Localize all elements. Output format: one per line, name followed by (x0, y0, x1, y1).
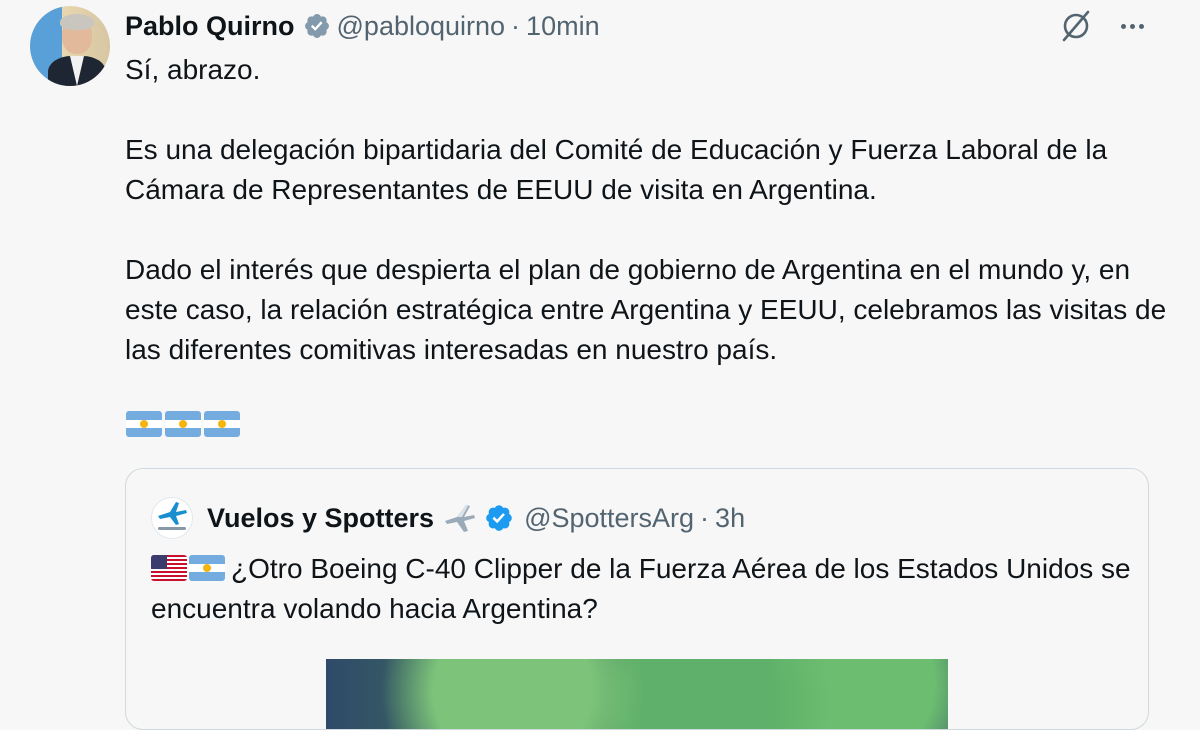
usa-flag-icon (151, 555, 187, 581)
post-paragraph: Es una delegación bipartidaria del Comit… (125, 134, 1108, 205)
more-options-icon[interactable] (1112, 6, 1152, 46)
argentina-flag-icon (126, 411, 162, 437)
quoted-header: Vuelos y Spotters @SpottersArg · 3h (151, 496, 745, 540)
quoted-media-image[interactable] (326, 659, 948, 729)
quoted-body: ¿Otro Boeing C-40 Clipper de la Fuerza A… (151, 549, 1131, 629)
verified-badge-icon[interactable] (484, 503, 514, 533)
post-body: Sí, abrazo. Es una delegación bipartidar… (125, 50, 1185, 370)
airplane-logo-icon (158, 502, 187, 525)
argentina-flag-icon (189, 555, 225, 581)
separator-dot: · (511, 10, 521, 41)
post-paragraph: Sí, abrazo. (125, 54, 261, 85)
quoted-timestamp[interactable]: 3h (715, 503, 745, 534)
post-timestamp[interactable]: 10min (526, 11, 600, 42)
author-avatar[interactable] (30, 6, 110, 86)
argentina-flag-icon (165, 411, 201, 437)
post-header: Pablo Quirno @pabloquirno · 10min (125, 8, 600, 44)
emoji-flags (126, 411, 240, 437)
post-paragraph: Dado el interés que despierta el plan de… (125, 254, 1167, 365)
author-name[interactable]: Pablo Quirno (125, 11, 295, 42)
quoted-author-name[interactable]: Vuelos y Spotters (207, 503, 434, 534)
quoted-text: ¿Otro Boeing C-40 Clipper de la Fuerza A… (151, 553, 1131, 624)
airplane-emoji-icon (445, 505, 476, 532)
quoted-author-handle[interactable]: @SpottersArg (524, 503, 694, 534)
argentina-flag-icon (204, 411, 240, 437)
verified-badge-icon[interactable] (303, 12, 331, 40)
separator-dot: · (700, 502, 710, 533)
author-handle[interactable]: @pabloquirno (337, 11, 506, 42)
grok-icon[interactable] (1056, 6, 1096, 46)
quoted-avatar[interactable] (151, 497, 193, 539)
quoted-emoji-flags (151, 555, 225, 581)
